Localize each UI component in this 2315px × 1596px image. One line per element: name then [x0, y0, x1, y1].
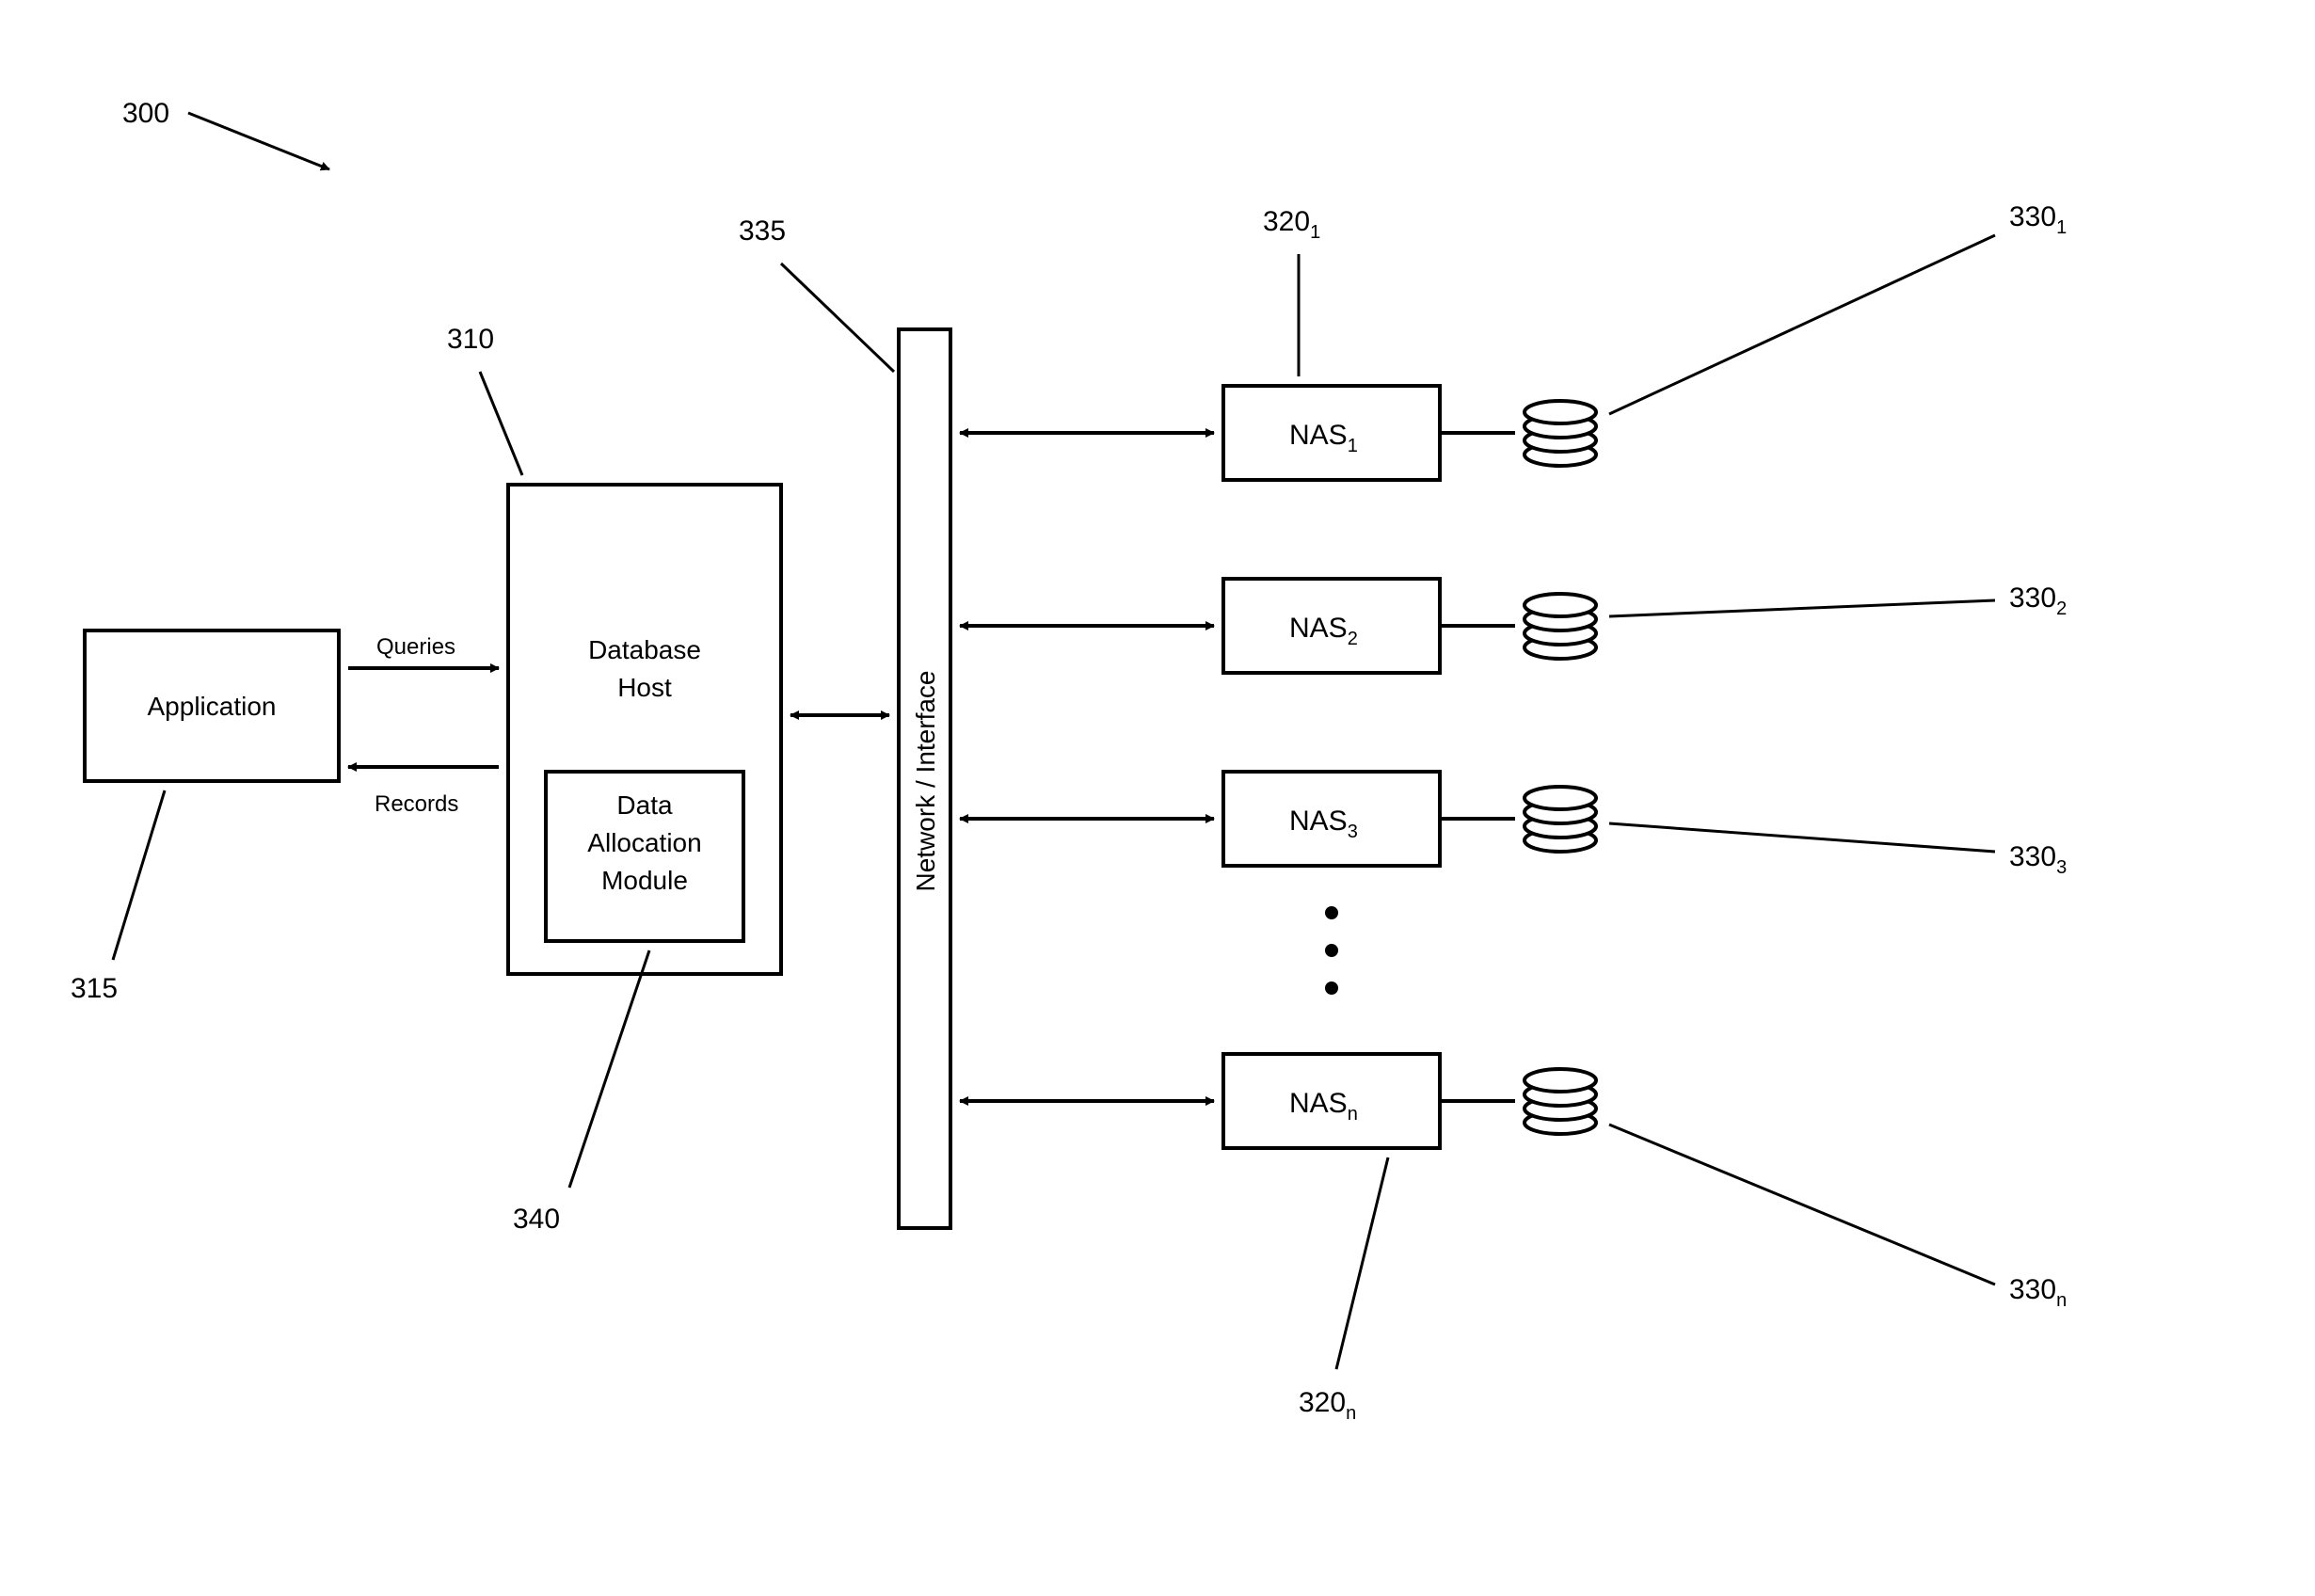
lead-330-2 [1609, 600, 1995, 616]
nas-row-1: NAS1 3201 3301 [960, 201, 2067, 480]
network-interface-label: Network / Interface [911, 671, 940, 892]
nas-row-3: NAS3 3303 [960, 772, 2067, 878]
lead-330-1 [1609, 235, 1995, 414]
ellipsis-icon [1325, 906, 1338, 995]
ref-300: 300 [122, 98, 169, 129]
dam-label-2: Allocation [587, 828, 701, 857]
nas-row-n: NASn 320n 330n [960, 1054, 2067, 1424]
dbhost-label-1: Database [588, 635, 701, 664]
ref-330-2: 3302 [2009, 583, 2067, 619]
ref-330-1: 3301 [2009, 201, 2067, 238]
lead-310 [480, 372, 522, 475]
dam-label-1: Data [616, 790, 673, 820]
ref-330-n: 330n [2009, 1274, 2067, 1311]
nas-row-2: NAS2 3302 [960, 579, 2067, 673]
disk-icon [1525, 401, 1596, 466]
label-queries: Queries [376, 634, 455, 660]
ref-340: 340 [513, 1204, 560, 1235]
lead-330-n [1609, 1125, 1995, 1285]
ref-310: 310 [447, 324, 494, 355]
lead-320-n [1336, 1157, 1388, 1369]
disk-icon [1525, 1069, 1596, 1134]
lead-330-3 [1609, 823, 1995, 852]
ref-315: 315 [71, 973, 118, 1004]
disk-icon [1525, 594, 1596, 659]
ref-320-1: 3201 [1263, 206, 1320, 243]
disk-icon [1525, 787, 1596, 852]
ref-335: 335 [739, 215, 786, 247]
dbhost-label-2: Host [617, 673, 672, 702]
ref-320-n: 320n [1299, 1387, 1356, 1424]
architecture-diagram: 300 Application 315 Database Host 310 Da… [0, 0, 2315, 1596]
lead-335 [781, 263, 894, 372]
application-label: Application [148, 692, 277, 721]
ref-330-3: 3303 [2009, 841, 2067, 878]
lead-340 [569, 950, 649, 1188]
lead-315 [113, 790, 165, 960]
lead-300 [188, 113, 329, 169]
dam-label-3: Module [601, 866, 688, 895]
label-records: Records [375, 791, 458, 817]
